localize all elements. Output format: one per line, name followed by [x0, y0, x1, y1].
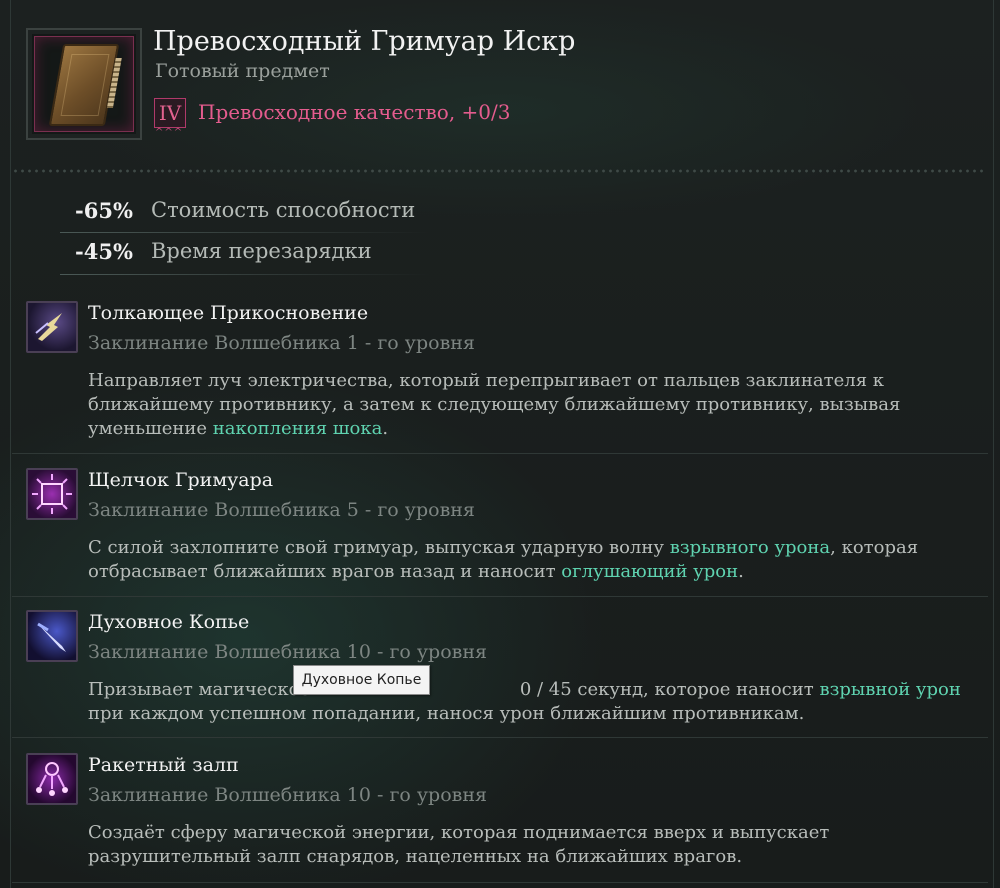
spell-entry: Толкающее Прикосновение Заклинание Волше… — [14, 301, 986, 451]
spell-separator — [12, 882, 988, 883]
keyword: оглушающий урон — [561, 561, 739, 582]
stat-row: -45% Время перезарядки — [75, 239, 475, 267]
hover-tooltip: Духовное Копье — [293, 665, 430, 695]
spell-name: Толкающее Прикосновение — [88, 302, 369, 324]
lightning-bolt-icon — [26, 301, 78, 353]
keyword: взрывного урона — [669, 537, 831, 558]
spell-description: Создаёт сферу магической энергии, котора… — [88, 822, 830, 867]
stat-divider — [60, 232, 430, 233]
spell-separator — [12, 596, 988, 597]
spell-separator — [12, 737, 988, 738]
spell-level: Заклинание Волшебника 1 - го уровня — [88, 332, 475, 354]
spell-description: Направляет луч электричества, который пе… — [88, 370, 901, 439]
spell-description: Призывает магическое 0 / 45 секунд, кото… — [88, 679, 961, 724]
item-subtitle: Готовый предмет — [155, 60, 330, 82]
spell-entry: Духовное Копье Заклинание Волшебника 10 … — [14, 610, 986, 730]
grimoire-burst-icon — [26, 468, 78, 520]
keyword: взрывной урон — [819, 679, 961, 700]
grimoire-book-icon — [48, 44, 120, 126]
stat-label: Время перезарядки — [151, 239, 372, 263]
missile-volley-icon — [26, 753, 78, 805]
tier-dots: ^^^ — [155, 127, 184, 138]
spell-level: Заклинание Волшебника 5 - го уровня — [88, 499, 475, 521]
spell-name: Щелчок Гримуара — [88, 469, 274, 491]
spell-level: Заклинание Волшебника 10 - го уровня — [88, 784, 487, 806]
spell-separator — [12, 453, 988, 454]
spirit-spear-icon — [26, 610, 78, 662]
spell-level: Заклинание Волшебника 10 - го уровня — [88, 641, 487, 663]
item-icon-frame — [26, 28, 142, 140]
stat-value: -65% — [75, 198, 133, 223]
stat-row: -65% Стоимость способности — [75, 198, 475, 226]
spell-entry: Ракетный залп Заклинание Волшебника 10 -… — [14, 753, 986, 873]
spell-name: Ракетный залп — [88, 754, 239, 776]
stat-label: Стоимость способности — [151, 198, 416, 222]
stat-divider — [60, 274, 430, 275]
spell-name: Духовное Копье — [88, 611, 250, 633]
header-divider — [12, 168, 987, 174]
spell-description: С силой захлопните свой гримуар, выпуска… — [88, 537, 919, 582]
stat-value: -45% — [75, 239, 133, 264]
quality-label: Превосходное качество, +0/3 — [198, 100, 511, 124]
item-title: Превосходный Гримуар Искр — [153, 26, 576, 57]
keyword: накопления шока — [212, 418, 383, 439]
tier-badge: IV — [154, 98, 186, 128]
spell-entry: Щелчок Гримуара Заклинание Волшебника 5 … — [14, 468, 986, 588]
